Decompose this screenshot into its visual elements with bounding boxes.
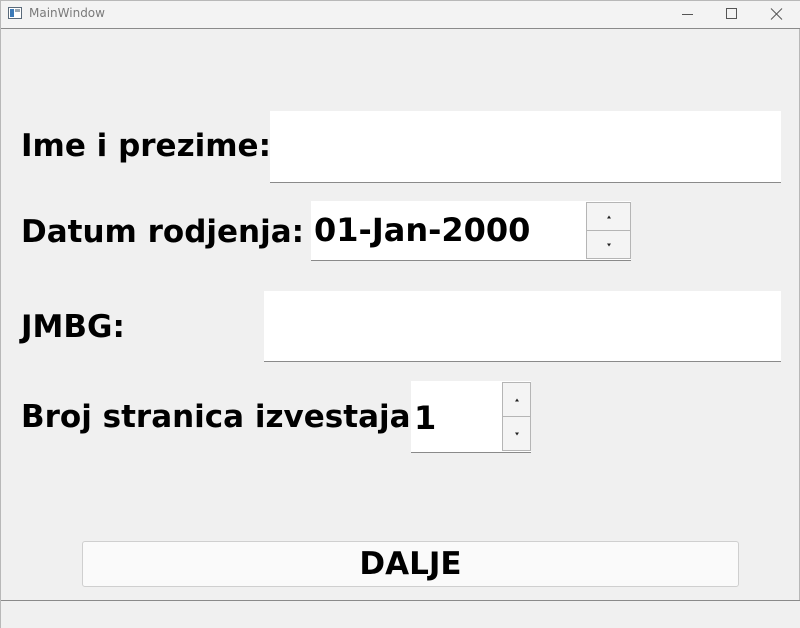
pages-value[interactable]: 1 — [414, 399, 436, 437]
pages-label: Broj stranica izvestaja: — [21, 399, 423, 435]
name-label: Ime i prezime: — [21, 128, 271, 164]
pages-step-up-button[interactable] — [502, 382, 531, 417]
arrow-down-icon — [514, 432, 519, 435]
maximize-button[interactable] — [709, 1, 755, 28]
pages-step-down-button[interactable] — [502, 416, 531, 451]
app-window-icon — [8, 7, 22, 19]
title-bar[interactable]: MainWindow — [1, 1, 800, 29]
minimize-button[interactable] — [665, 1, 711, 28]
arrow-up-icon — [514, 398, 519, 401]
name-input[interactable] — [270, 111, 781, 183]
jmbg-input[interactable] — [264, 291, 781, 362]
birthdate-value[interactable]: 01-Jan-2000 — [314, 211, 530, 249]
jmbg-label: JMBG: — [21, 309, 125, 345]
pages-spinbox[interactable]: 1 — [411, 381, 531, 453]
birthdate-label: Datum rodjenja: — [21, 214, 305, 250]
birthdate-step-up-button[interactable] — [586, 202, 631, 231]
arrow-down-icon — [606, 243, 611, 246]
birthdate-step-down-button[interactable] — [586, 230, 631, 259]
status-bar — [1, 600, 800, 628]
main-window: MainWindow Ime i prezime: Datum rodjenja… — [0, 0, 800, 628]
minimize-icon — [682, 14, 693, 15]
close-icon — [770, 8, 783, 20]
close-button[interactable] — [754, 1, 800, 28]
arrow-up-icon — [606, 215, 611, 218]
maximize-icon — [726, 8, 737, 19]
window-title: MainWindow — [29, 6, 105, 20]
next-button[interactable]: DALJE — [82, 541, 739, 587]
birthdate-date-edit[interactable]: 01-Jan-2000 — [311, 201, 631, 261]
